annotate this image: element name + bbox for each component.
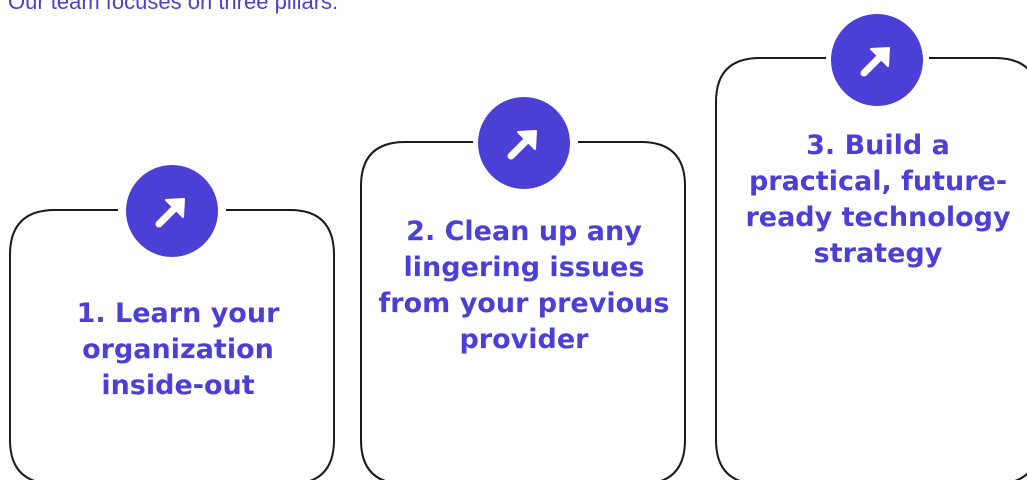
arrow-up-right-icon	[860, 47, 890, 77]
pillar-card-3: 3. Build a practical, future-ready techn…	[0, 0, 1027, 480]
pillar-text-3: 3. Build a practical, future-ready techn…	[745, 130, 1011, 269]
pillar-badge-3	[831, 14, 923, 106]
